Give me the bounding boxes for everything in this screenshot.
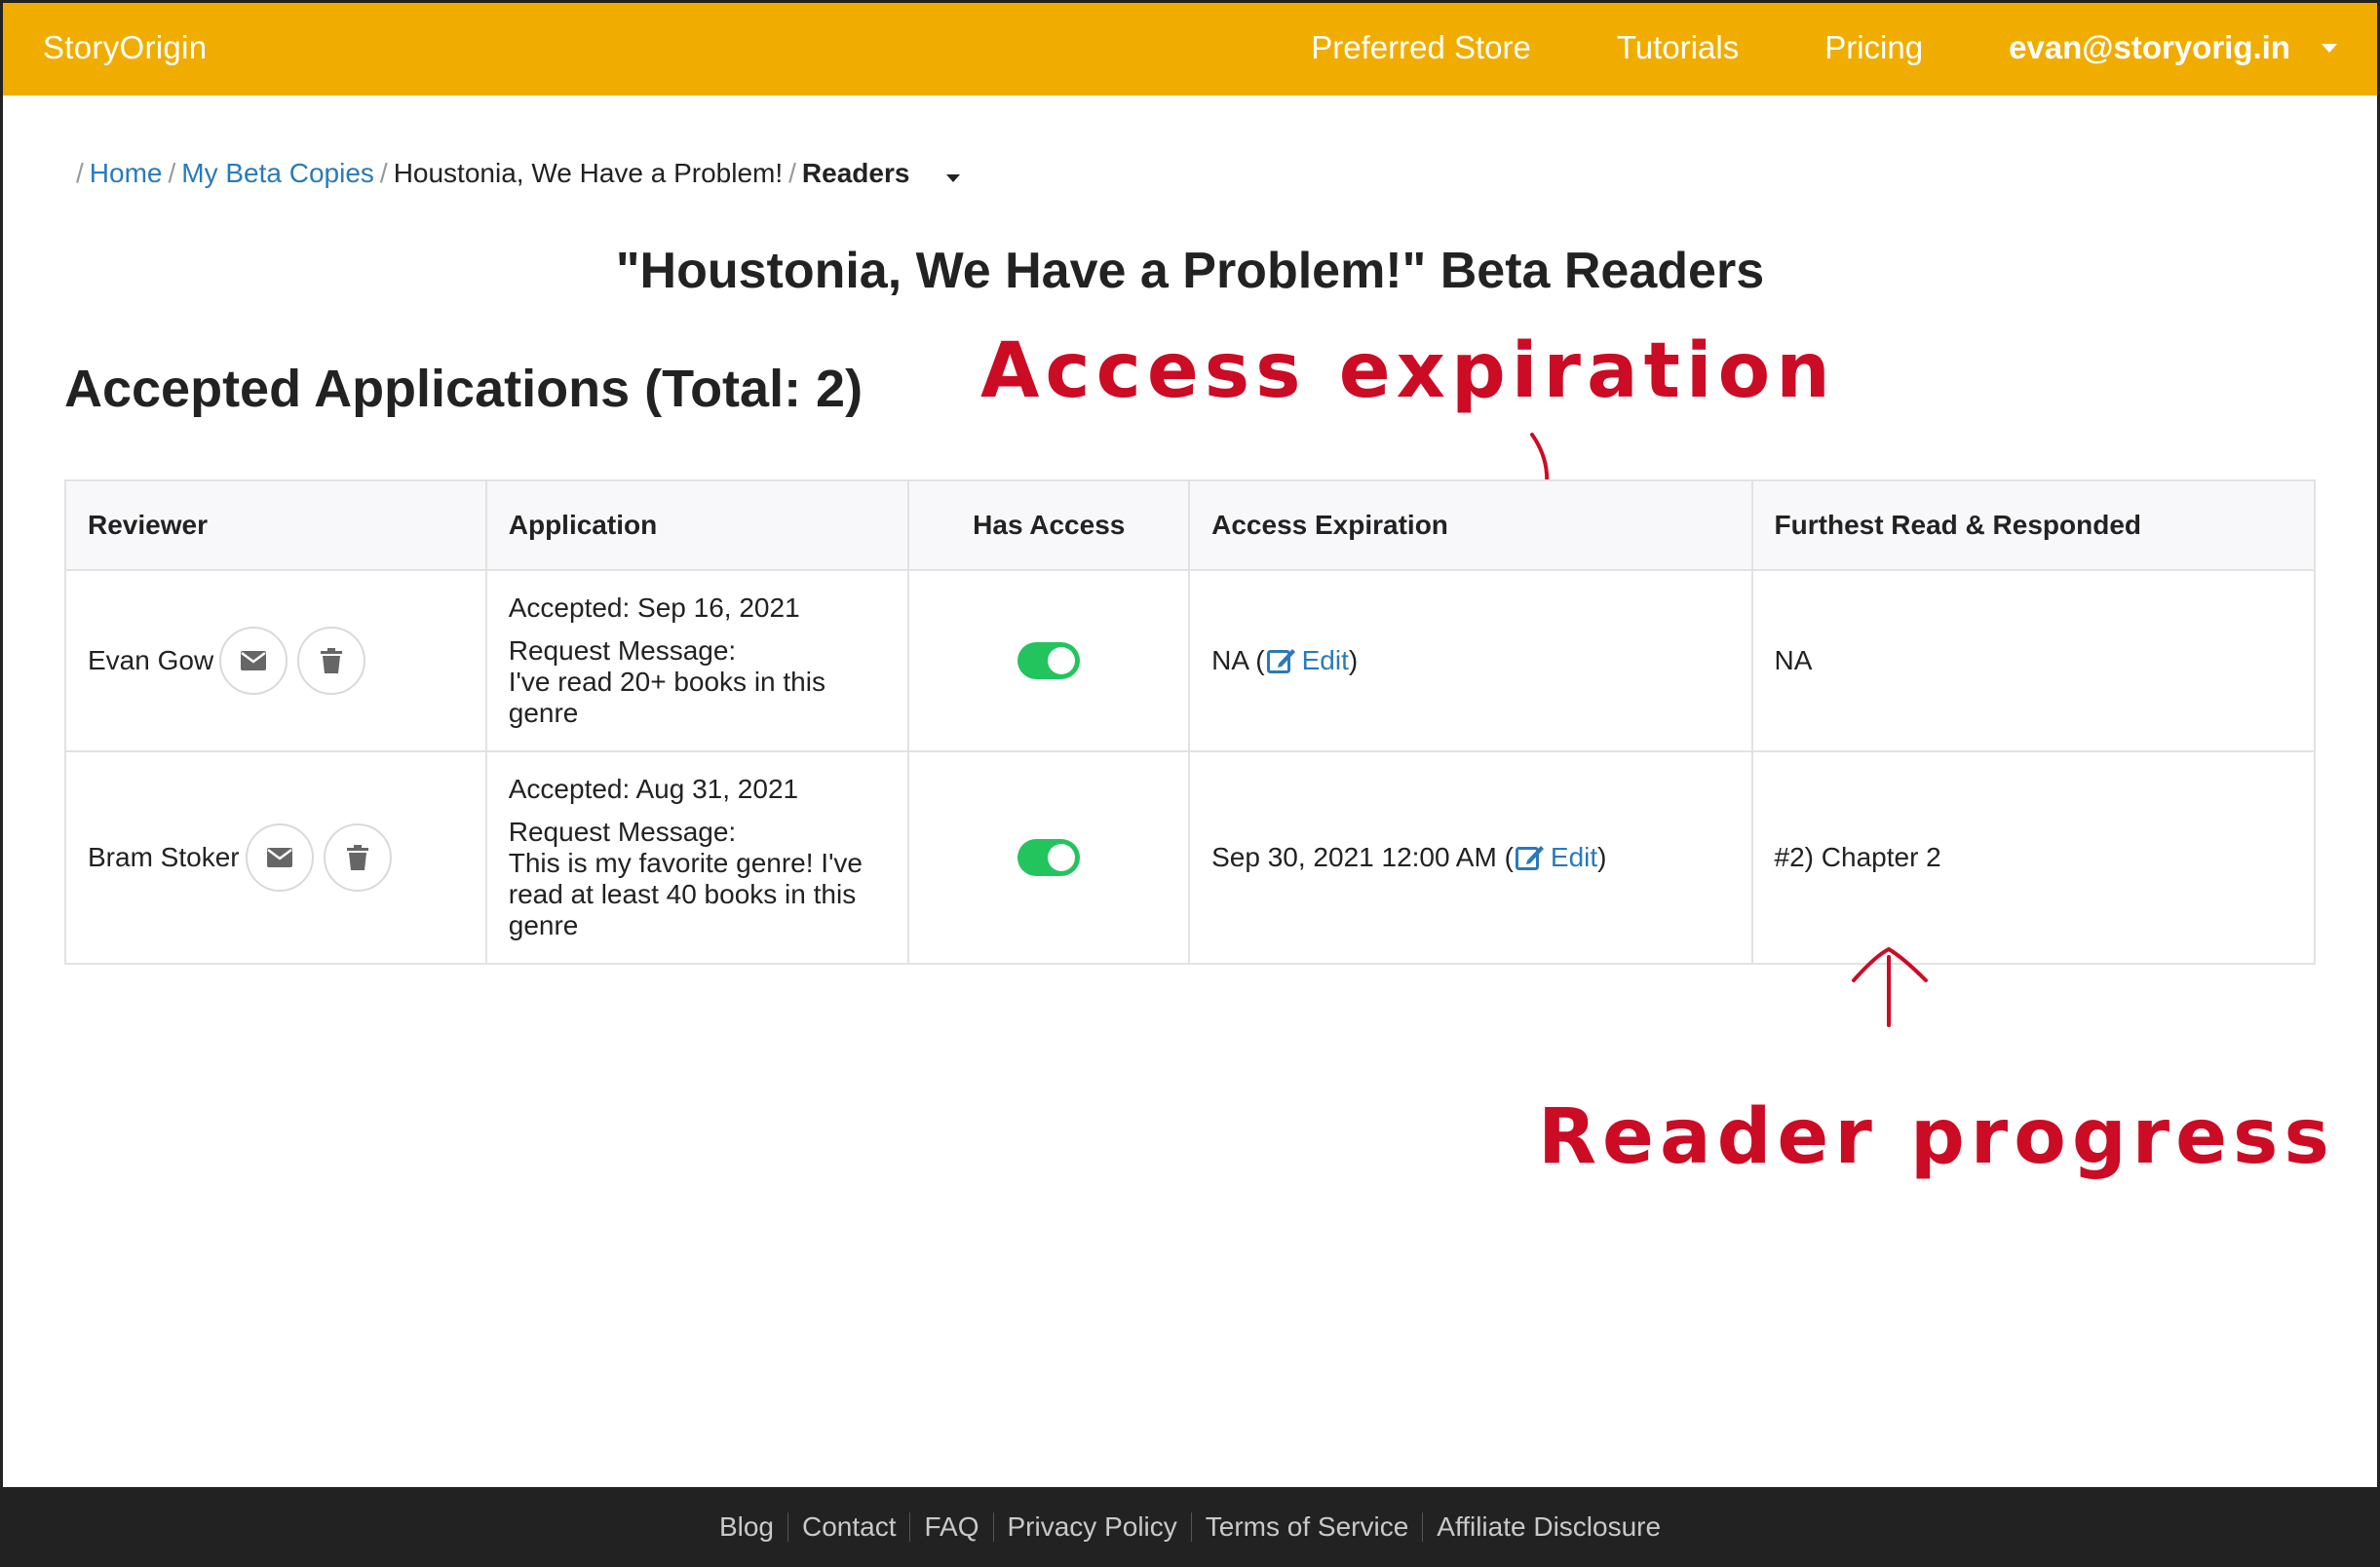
expiration-cell: NA ( Edit) xyxy=(1188,569,1753,752)
chevron-down-icon xyxy=(2322,43,2337,53)
has-access-cell xyxy=(907,569,1191,752)
annotation-access-expiration: Access expiration xyxy=(980,327,1836,415)
paren-close: ) xyxy=(1348,645,1359,675)
request-message-text: This is my favorite genre! I've xyxy=(508,848,863,878)
reviewer-cell: Bram Stoker xyxy=(64,750,487,965)
footer-affiliate-disclosure[interactable]: Affiliate Disclosure xyxy=(1423,1511,1674,1543)
delete-reviewer-button[interactable] xyxy=(297,627,366,695)
reviewer-name: Bram Stoker xyxy=(88,842,240,872)
annotation-reader-progress: Reader progress xyxy=(1538,1093,2335,1181)
edit-expiration-link[interactable]: Edit xyxy=(1302,645,1349,675)
application-cell: Accepted: Aug 31, 2021 Request Message: … xyxy=(484,750,910,965)
request-message-label: Request Message: xyxy=(508,635,737,666)
envelope-icon xyxy=(241,651,267,670)
column-has-access: Has Access xyxy=(907,479,1191,571)
has-access-cell xyxy=(907,750,1191,965)
reviewer-name: Evan Gow xyxy=(88,645,214,675)
column-reviewer: Reviewer xyxy=(64,479,487,571)
edit-icon xyxy=(1515,846,1544,870)
trash-icon xyxy=(346,845,368,870)
edit-expiration-link[interactable]: Edit xyxy=(1551,842,1597,872)
footer-blog[interactable]: Blog xyxy=(706,1511,787,1543)
expiration-value: NA ( xyxy=(1211,645,1265,675)
breadcrumb-current: Readers xyxy=(801,158,910,188)
nav-tutorials[interactable]: Tutorials xyxy=(1617,29,1739,66)
top-navbar: StoryOrigin Preferred Store Tutorials Pr… xyxy=(0,0,2380,96)
nav-pricing[interactable]: Pricing xyxy=(1824,29,1923,66)
column-access-expiration: Access Expiration xyxy=(1188,479,1753,571)
request-message-text: I've read 20+ books in this xyxy=(508,667,825,697)
trash-icon xyxy=(321,648,343,673)
annotation-arrow-reader xyxy=(1852,946,1928,1027)
request-message-text: genre xyxy=(508,910,579,940)
request-message-label: Request Message: xyxy=(508,817,737,847)
section-title: Accepted Applications (Total: 2) xyxy=(64,360,864,418)
nav-preferred-store[interactable]: Preferred Store xyxy=(1311,29,1531,66)
email-reviewer-button[interactable] xyxy=(219,627,288,695)
email-reviewer-button[interactable] xyxy=(245,823,314,892)
breadcrumb-separator: / xyxy=(168,158,176,188)
breadcrumb-separator: / xyxy=(76,158,84,188)
breadcrumb-beta-copies[interactable]: My Beta Copies xyxy=(181,158,374,189)
table-header-row: Reviewer Application Has Access Access E… xyxy=(64,479,2317,571)
breadcrumb-separator: / xyxy=(379,158,388,188)
breadcrumb-readers-dropdown[interactable]: Readers xyxy=(801,158,961,189)
column-application: Application xyxy=(484,479,910,571)
brand-logo[interactable]: StoryOrigin xyxy=(43,29,207,66)
furthest-read-cell: NA xyxy=(1750,569,2317,752)
expiration-value: Sep 30, 2021 12:00 AM ( xyxy=(1211,842,1514,872)
edit-icon xyxy=(1266,649,1295,673)
chevron-down-icon xyxy=(946,174,961,182)
reviewer-cell: Evan Gow xyxy=(64,569,487,752)
page-title: "Houstonia, We Have a Problem!" Beta Rea… xyxy=(615,243,1765,299)
application-cell: Accepted: Sep 16, 2021 Request Message: … xyxy=(484,569,910,752)
footer-terms-of-service[interactable]: Terms of Service xyxy=(1192,1511,1423,1543)
accepted-applications-table: Reviewer Application Has Access Access E… xyxy=(64,479,2317,965)
request-message-text: genre xyxy=(508,698,579,728)
breadcrumb-separator: / xyxy=(788,158,796,188)
footer: Blog Contact FAQ Privacy Policy Terms of… xyxy=(0,1487,2380,1567)
expiration-cell: Sep 30, 2021 12:00 AM ( Edit) xyxy=(1188,750,1753,965)
footer-faq[interactable]: FAQ xyxy=(910,1511,992,1543)
table-row: Bram Stoker Accepted: Aug 31, 2021 Reque… xyxy=(64,750,2317,965)
nav-links: Preferred Store Tutorials Pricing evan@s… xyxy=(1225,29,2337,66)
accepted-date: Accepted: Sep 16, 2021 xyxy=(508,592,800,623)
footer-privacy-policy[interactable]: Privacy Policy xyxy=(994,1511,1191,1543)
envelope-icon xyxy=(266,848,292,867)
column-furthest-read: Furthest Read & Responded xyxy=(1750,479,2317,571)
furthest-read-cell: #2) Chapter 2 xyxy=(1750,750,2317,965)
delete-reviewer-button[interactable] xyxy=(323,823,392,892)
request-message-text: read at least 40 books in this xyxy=(508,879,857,909)
user-menu[interactable]: evan@storyorig.in xyxy=(2009,29,2337,66)
user-email: evan@storyorig.in xyxy=(2009,29,2290,65)
table-row: Evan Gow Accepted: Sep 16, 2021 Request … xyxy=(64,569,2317,752)
breadcrumb-book: Houstonia, We Have a Problem! xyxy=(393,158,784,188)
breadcrumb-home[interactable]: Home xyxy=(90,158,163,189)
footer-contact[interactable]: Contact xyxy=(788,1511,910,1543)
paren-close: ) xyxy=(1597,842,1607,872)
accepted-date: Accepted: Aug 31, 2021 xyxy=(508,774,799,804)
access-toggle[interactable] xyxy=(1017,839,1081,876)
access-toggle[interactable] xyxy=(1017,642,1081,679)
breadcrumb: / Home / My Beta Copies / Houstonia, We … xyxy=(70,158,961,189)
